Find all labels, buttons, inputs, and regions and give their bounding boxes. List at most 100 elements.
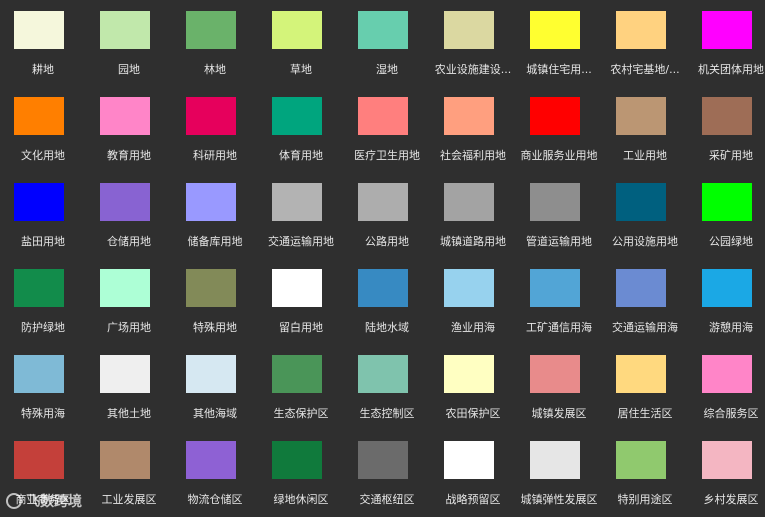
color-swatch[interactable] — [444, 11, 494, 49]
swatch-item[interactable]: 城镇道路用地 — [430, 172, 516, 258]
swatch-item[interactable]: 商业商务区 — [0, 430, 86, 516]
color-swatch[interactable] — [530, 441, 580, 479]
swatch-item[interactable]: 综合服务区 — [688, 344, 765, 430]
color-swatch[interactable] — [100, 97, 150, 135]
swatch-item[interactable]: 交通枢纽区 — [344, 430, 430, 516]
color-swatch[interactable] — [14, 355, 64, 393]
color-swatch[interactable] — [444, 355, 494, 393]
color-swatch[interactable] — [186, 269, 236, 307]
color-swatch[interactable] — [530, 269, 580, 307]
swatch-item[interactable]: 林地 — [172, 0, 258, 86]
color-swatch[interactable] — [616, 11, 666, 49]
swatch-item[interactable]: 物流仓储区 — [172, 430, 258, 516]
swatch-item[interactable]: 居住生活区 — [602, 344, 688, 430]
swatch-item[interactable]: 绿地休闲区 — [258, 430, 344, 516]
swatch-item[interactable]: 仓储用地 — [86, 172, 172, 258]
swatch-item[interactable]: 特别用途区 — [602, 430, 688, 516]
swatch-item[interactable]: 教育用地 — [86, 86, 172, 172]
color-swatch[interactable] — [616, 183, 666, 221]
color-swatch[interactable] — [100, 11, 150, 49]
color-swatch[interactable] — [358, 269, 408, 307]
swatch-item[interactable]: 城镇发展区 — [516, 344, 602, 430]
color-swatch[interactable] — [100, 183, 150, 221]
swatch-item[interactable]: 盐田用地 — [0, 172, 86, 258]
swatch-item[interactable]: 商业服务业用地 — [516, 86, 602, 172]
color-swatch[interactable] — [14, 269, 64, 307]
swatch-item[interactable]: 战略预留区 — [430, 430, 516, 516]
swatch-item[interactable]: 农村宅基地/... — [602, 0, 688, 86]
swatch-item[interactable]: 生态控制区 — [344, 344, 430, 430]
swatch-item[interactable]: 游憩用海 — [688, 258, 765, 344]
color-swatch[interactable] — [272, 269, 322, 307]
swatch-item[interactable]: 草地 — [258, 0, 344, 86]
swatch-item[interactable]: 乡村发展区 — [688, 430, 765, 516]
color-swatch[interactable] — [702, 97, 752, 135]
swatch-item[interactable]: 公路用地 — [344, 172, 430, 258]
swatch-item[interactable]: 城镇弹性发展区 — [516, 430, 602, 516]
swatch-item[interactable]: 陆地水域 — [344, 258, 430, 344]
swatch-item[interactable]: 交通运输用海 — [602, 258, 688, 344]
swatch-item[interactable]: 其他土地 — [86, 344, 172, 430]
swatch-item[interactable]: 文化用地 — [0, 86, 86, 172]
swatch-item[interactable]: 工业用地 — [602, 86, 688, 172]
swatch-item[interactable]: 湿地 — [344, 0, 430, 86]
color-swatch[interactable] — [186, 11, 236, 49]
color-swatch[interactable] — [186, 183, 236, 221]
swatch-item[interactable]: 耕地 — [0, 0, 86, 86]
swatch-item[interactable]: 公用设施用地 — [602, 172, 688, 258]
swatch-item[interactable]: 防护绿地 — [0, 258, 86, 344]
color-swatch[interactable] — [616, 269, 666, 307]
color-swatch[interactable] — [186, 97, 236, 135]
color-swatch[interactable] — [702, 441, 752, 479]
color-swatch[interactable] — [530, 11, 580, 49]
swatch-item[interactable]: 特殊用地 — [172, 258, 258, 344]
color-swatch[interactable] — [358, 355, 408, 393]
color-swatch[interactable] — [616, 97, 666, 135]
color-swatch[interactable] — [616, 441, 666, 479]
swatch-item[interactable]: 工矿通信用海 — [516, 258, 602, 344]
swatch-item[interactable]: 交通运输用地 — [258, 172, 344, 258]
swatch-item[interactable]: 特殊用海 — [0, 344, 86, 430]
color-swatch[interactable] — [272, 11, 322, 49]
color-swatch[interactable] — [272, 183, 322, 221]
swatch-item[interactable]: 园地 — [86, 0, 172, 86]
color-swatch[interactable] — [702, 269, 752, 307]
color-swatch[interactable] — [358, 97, 408, 135]
color-swatch[interactable] — [272, 355, 322, 393]
color-swatch[interactable] — [444, 441, 494, 479]
color-swatch[interactable] — [702, 183, 752, 221]
color-swatch[interactable] — [100, 441, 150, 479]
color-swatch[interactable] — [100, 269, 150, 307]
color-swatch[interactable] — [100, 355, 150, 393]
swatch-item[interactable]: 储备库用地 — [172, 172, 258, 258]
color-swatch[interactable] — [186, 355, 236, 393]
color-swatch[interactable] — [358, 183, 408, 221]
color-swatch[interactable] — [358, 11, 408, 49]
swatch-item[interactable]: 机关团体用地 — [688, 0, 765, 86]
swatch-item[interactable]: 农田保护区 — [430, 344, 516, 430]
swatch-item[interactable]: 其他海域 — [172, 344, 258, 430]
swatch-item[interactable]: 公园绿地 — [688, 172, 765, 258]
color-swatch[interactable] — [616, 355, 666, 393]
color-swatch[interactable] — [444, 183, 494, 221]
color-swatch[interactable] — [272, 441, 322, 479]
swatch-item[interactable]: 生态保护区 — [258, 344, 344, 430]
color-swatch[interactable] — [14, 183, 64, 221]
swatch-item[interactable]: 采矿用地 — [688, 86, 765, 172]
color-swatch[interactable] — [14, 441, 64, 479]
color-swatch[interactable] — [358, 441, 408, 479]
swatch-item[interactable]: 科研用地 — [172, 86, 258, 172]
color-swatch[interactable] — [14, 97, 64, 135]
color-swatch[interactable] — [530, 183, 580, 221]
swatch-item[interactable]: 社会福利用地 — [430, 86, 516, 172]
swatch-item[interactable]: 体育用地 — [258, 86, 344, 172]
swatch-item[interactable]: 农业设施建设... — [430, 0, 516, 86]
color-swatch[interactable] — [444, 97, 494, 135]
swatch-item[interactable]: 留白用地 — [258, 258, 344, 344]
color-swatch[interactable] — [702, 355, 752, 393]
swatch-item[interactable]: 城镇住宅用... — [516, 0, 602, 86]
swatch-item[interactable]: 管道运输用地 — [516, 172, 602, 258]
color-swatch[interactable] — [444, 269, 494, 307]
color-swatch[interactable] — [186, 441, 236, 479]
swatch-item[interactable]: 工业发展区 — [86, 430, 172, 516]
